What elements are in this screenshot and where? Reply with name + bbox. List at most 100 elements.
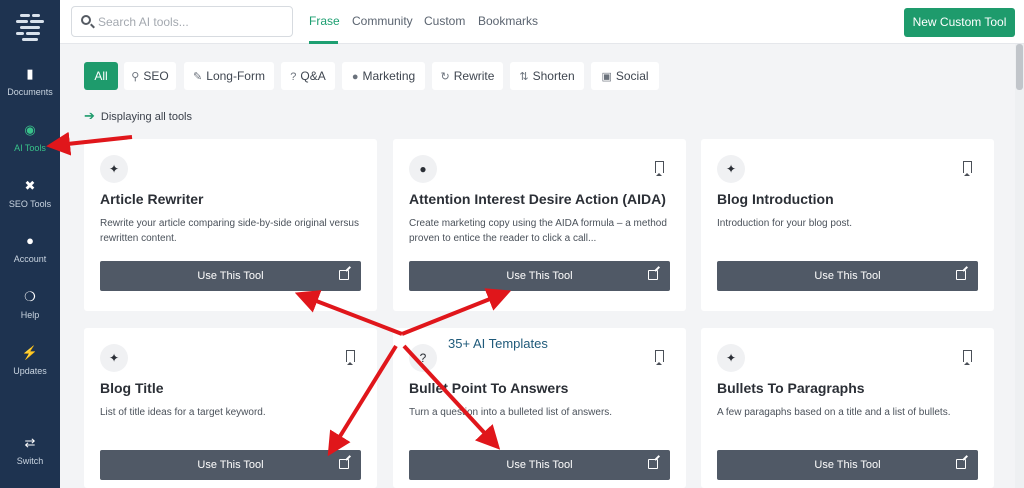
bookmark-icon[interactable] <box>963 350 972 365</box>
filter-social[interactable]: ▣ Social <box>591 62 659 90</box>
external-link-icon <box>956 459 966 469</box>
card-description: Introduction for your blog post. <box>717 218 853 229</box>
filter-label: Marketing <box>362 69 416 83</box>
search-icon <box>81 15 91 25</box>
use-tool-button[interactable]: Use This Tool <box>409 450 670 480</box>
scrollbar[interactable] <box>1015 44 1024 488</box>
tab-custom[interactable]: Custom <box>424 14 465 28</box>
filter-label: All <box>94 69 108 83</box>
magic-wand-icon: ✦ <box>717 155 745 183</box>
sidebar-item-ai-tools[interactable]: ◉ AI Tools <box>0 122 60 153</box>
sidebar-item-label: Help <box>20 310 40 320</box>
filter-label: Long-Form <box>206 69 265 83</box>
external-link-icon <box>339 270 349 280</box>
tool-card-blog-introduction[interactable]: ✦ Blog Introduction Introduction for you… <box>701 139 994 311</box>
lightbulb-icon: ● <box>409 155 437 183</box>
sidebar-item-updates[interactable]: ⚡ Updates <box>0 345 60 376</box>
filter-qa[interactable]: ? Q&A <box>281 62 335 90</box>
sidebar-item-switch[interactable]: ⇄ Switch <box>0 435 60 466</box>
card-title: Article Rewriter <box>100 191 204 207</box>
use-tool-button[interactable]: Use This Tool <box>100 450 361 480</box>
magic-wand-icon: ✦ <box>100 155 128 183</box>
search-icon: ⚲ <box>131 71 140 83</box>
bookmark-icon[interactable] <box>655 161 664 176</box>
filter-label: SEO <box>143 69 169 83</box>
sidebar-item-account[interactable]: ● Account <box>0 233 60 264</box>
document-icon: ▮ <box>26 66 34 81</box>
tool-card-article-rewriter[interactable]: ✦ Article Rewriter Rewrite your article … <box>84 139 377 311</box>
search-input[interactable] <box>98 13 286 31</box>
active-tab-indicator <box>309 41 338 44</box>
use-tool-button[interactable]: Use This Tool <box>100 261 361 291</box>
use-tool-button[interactable]: Use This Tool <box>409 261 670 291</box>
button-label: Use This Tool <box>506 459 573 471</box>
external-link-icon <box>339 459 349 469</box>
display-info: ➔ Displaying all tools <box>84 108 192 124</box>
bolt-icon: ⚡ <box>21 345 39 360</box>
filter-marketing[interactable]: ● Marketing <box>342 62 425 90</box>
bookmark-icon[interactable] <box>655 350 664 365</box>
tool-card-bullet-point-to-answers[interactable]: ? Bullet Point To Answers Turn a questio… <box>393 328 686 488</box>
sidebar: ▮ Documents ◉ AI Tools ✖ SEO Tools ● Acc… <box>0 0 60 488</box>
button-label: Use This Tool <box>197 270 264 282</box>
sidebar-item-documents[interactable]: ▮ Documents <box>0 66 60 97</box>
card-description: Create marketing copy using the AIDA for… <box>409 218 667 244</box>
bookmark-icon[interactable] <box>963 161 972 176</box>
frase-logo-icon[interactable] <box>14 10 46 42</box>
tool-card-blog-title[interactable]: ✦ Blog Title List of title ideas for a t… <box>84 328 377 488</box>
sidebar-item-seo-tools[interactable]: ✖ SEO Tools <box>0 178 60 209</box>
sidebar-item-label: Updates <box>13 366 47 376</box>
social-icon: ▣ <box>601 71 612 83</box>
question-icon: ? <box>290 71 297 83</box>
button-label: Use This Tool <box>814 459 881 471</box>
magic-wand-icon: ✦ <box>717 344 745 372</box>
button-label: Use This Tool <box>506 270 573 282</box>
compress-icon: ⇅ <box>519 71 529 83</box>
filter-seo[interactable]: ⚲ SEO <box>124 62 176 90</box>
new-custom-tool-button[interactable]: New Custom Tool <box>904 8 1015 37</box>
annotation-label: 35+ AI Templates <box>448 336 548 351</box>
card-title: Attention Interest Desire Action (AIDA) <box>409 191 666 207</box>
card-title: Bullet Point To Answers <box>409 380 569 396</box>
tab-bookmarks[interactable]: Bookmarks <box>478 14 538 28</box>
sidebar-item-label: Switch <box>16 456 44 466</box>
button-label: Use This Tool <box>197 459 264 471</box>
lifebuoy-icon: ❍ <box>24 289 36 304</box>
robot-icon: ◉ <box>24 122 36 137</box>
filter-all[interactable]: All <box>84 62 118 90</box>
lightbulb-icon: ● <box>351 71 359 83</box>
shuffle-icon: ⇄ <box>24 435 36 450</box>
arrow-right-icon: ➔ <box>84 108 95 123</box>
external-link-icon <box>648 459 658 469</box>
top-bar: Frase Community Custom Bookmarks New Cus… <box>60 0 1024 44</box>
sidebar-item-label: Account <box>13 254 47 264</box>
card-description: Rewrite your article comparing side-by-s… <box>100 218 359 244</box>
filter-long-form[interactable]: ✎ Long-Form <box>184 62 274 90</box>
filter-rewrite[interactable]: ↻ Rewrite <box>432 62 503 90</box>
tab-frase[interactable]: Frase <box>309 14 340 28</box>
sidebar-item-label: AI Tools <box>14 143 46 153</box>
pencil-icon: ✎ <box>193 71 203 83</box>
bookmark-icon[interactable] <box>346 350 355 365</box>
card-description: A few paragaphs based on a title and a l… <box>717 407 951 418</box>
user-icon: ● <box>26 233 34 248</box>
filter-shorten[interactable]: ⇅ Shorten <box>510 62 584 90</box>
refresh-icon: ↻ <box>440 71 450 83</box>
search-box[interactable] <box>71 6 293 37</box>
question-icon: ? <box>409 344 437 372</box>
filter-label: Social <box>615 69 649 83</box>
scrollbar-thumb[interactable] <box>1016 44 1023 90</box>
external-link-icon <box>956 270 966 280</box>
card-title: Blog Introduction <box>717 191 834 207</box>
filter-label: Q&A <box>300 69 326 83</box>
filter-label: Rewrite <box>453 69 495 83</box>
use-tool-button[interactable]: Use This Tool <box>717 261 978 291</box>
magic-wand-icon: ✦ <box>100 344 128 372</box>
sidebar-item-label: SEO Tools <box>8 199 52 209</box>
sidebar-item-label: Documents <box>7 87 53 97</box>
use-tool-button[interactable]: Use This Tool <box>717 450 978 480</box>
tool-card-bullets-to-paragraphs[interactable]: ✦ Bullets To Paragraphs A few paragaphs … <box>701 328 994 488</box>
tool-card-aida[interactable]: ● Attention Interest Desire Action (AIDA… <box>393 139 686 311</box>
tab-community[interactable]: Community <box>352 14 413 28</box>
sidebar-item-help[interactable]: ❍ Help <box>0 289 60 320</box>
